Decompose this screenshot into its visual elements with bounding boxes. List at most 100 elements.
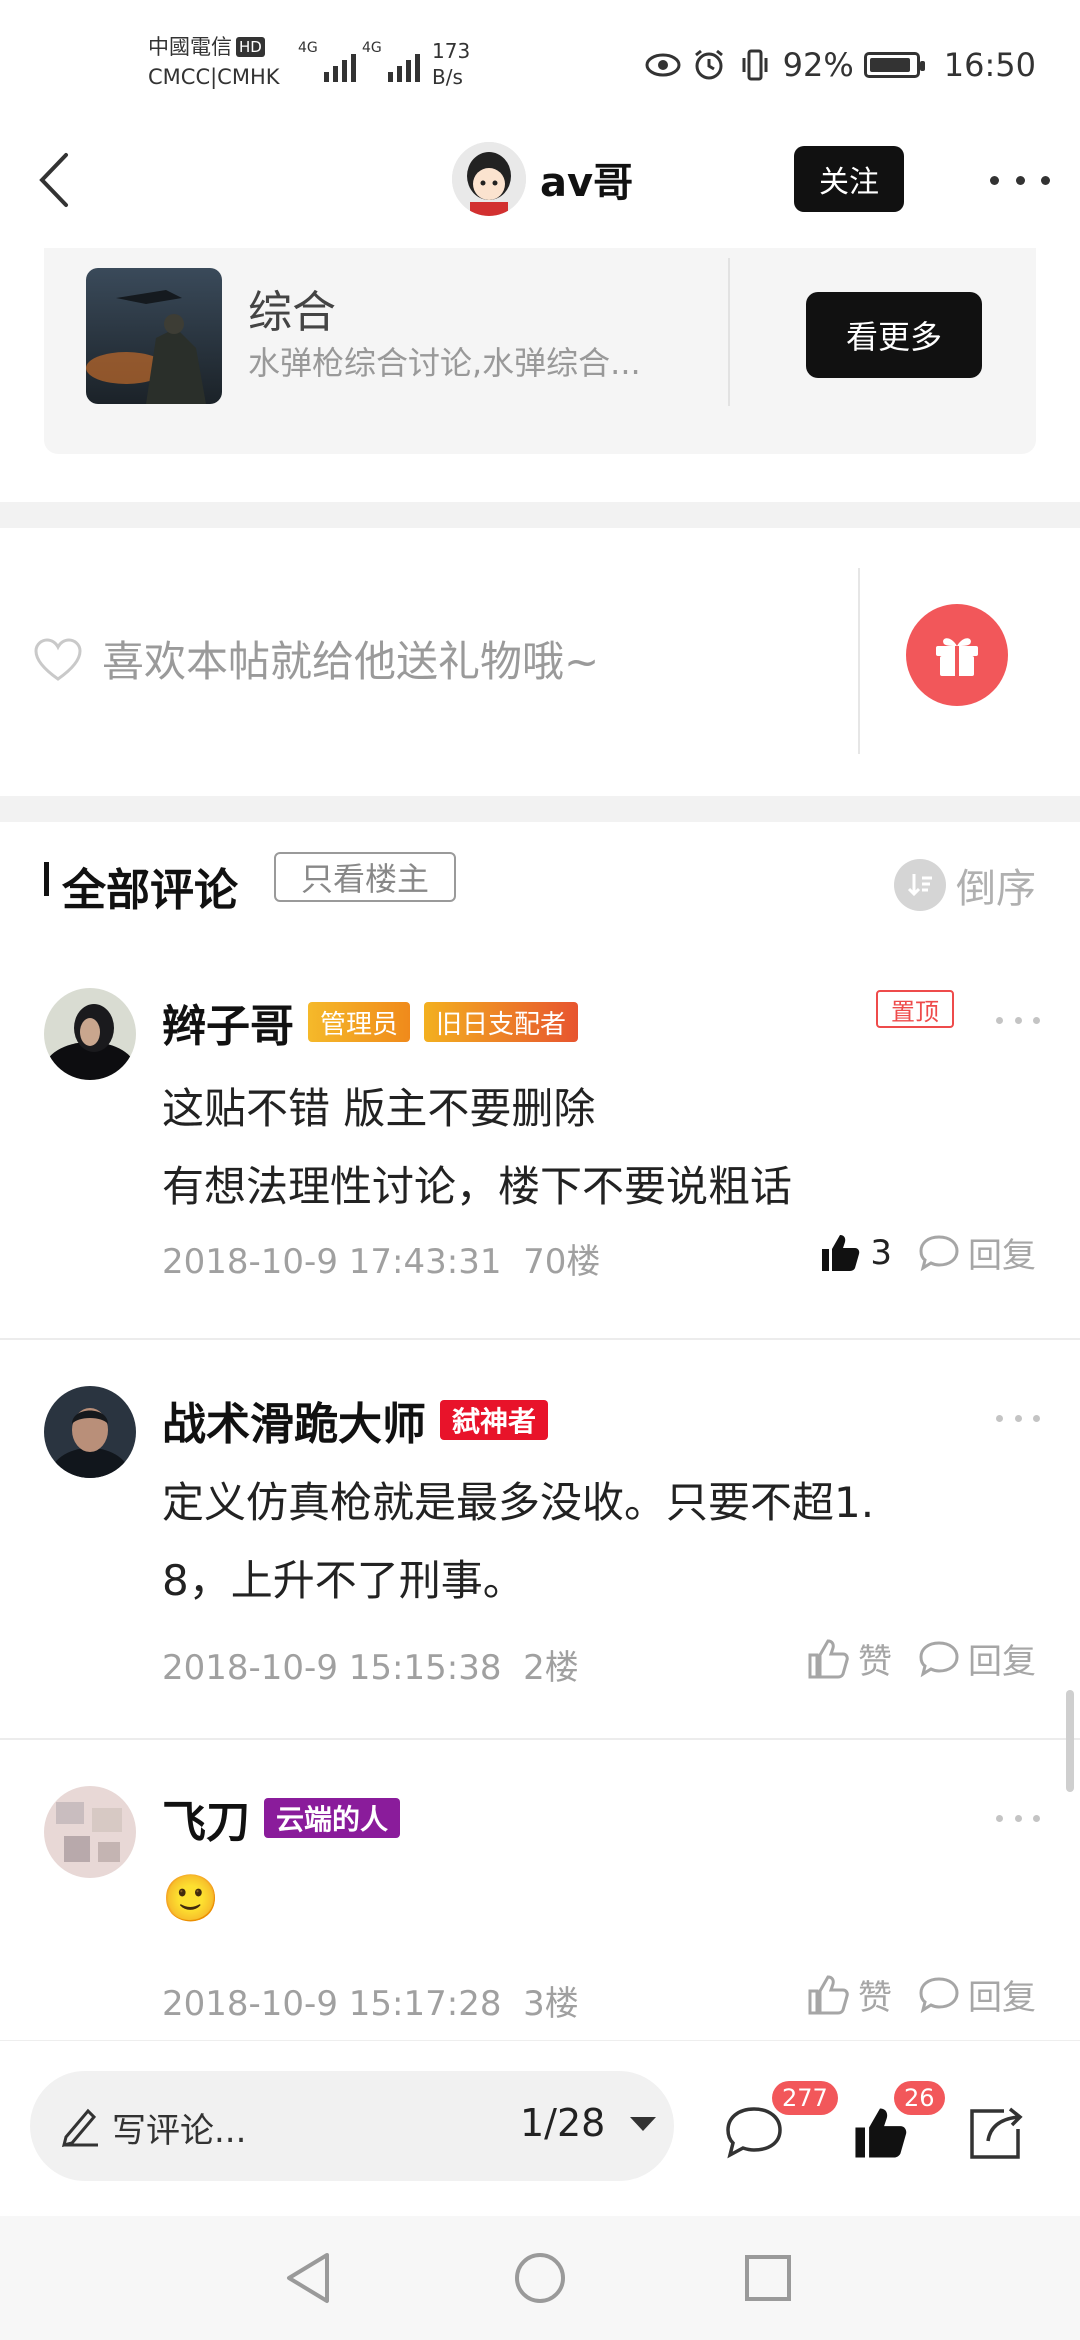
comment-timestamp: 2018-10-9 15:15:38 (162, 1648, 502, 1688)
divider (858, 568, 860, 754)
gift-icon (936, 638, 978, 676)
commenter-name[interactable]: 飞刀 (162, 1786, 250, 1850)
reply-button[interactable]: 回复 (918, 1634, 1036, 1683)
commenter-name[interactable]: 战术滑跪大师 (162, 1388, 426, 1452)
forum-name: 综合 (248, 287, 336, 338)
status-icons: 92% 16:50 (645, 46, 1036, 84)
like-count: 3 (870, 1232, 892, 1273)
divider (728, 258, 730, 406)
clock: 16:50 (943, 46, 1036, 84)
pencil-icon (61, 2108, 98, 2147)
circle-home-icon (515, 2253, 565, 2303)
battery-icon (863, 52, 925, 78)
section-divider (0, 502, 1080, 528)
eye-icon (645, 47, 681, 83)
comment-meta: 2018-10-9 17:43:31 70楼 (162, 1234, 600, 1283)
comment-actions: 赞 回复 (806, 1970, 1036, 2019)
comment-timestamp: 2018-10-9 17:43:31 (162, 1242, 502, 1282)
commenter-header: 辫子哥 管理员 旧日支配者 (162, 990, 579, 1054)
write-comment-input[interactable]: 写评论... 1/28 (30, 2071, 674, 2181)
gift-row: 喜欢本帖就给他送礼物哦~ (0, 528, 1080, 796)
comment-count-badge: 277 (772, 2081, 838, 2115)
triangle-back-icon (287, 2253, 329, 2303)
alarm-icon (691, 47, 727, 83)
commenter-avatar[interactable] (44, 1386, 136, 1478)
see-more-button[interactable]: 看更多 (806, 292, 982, 378)
only-owner-toggle[interactable]: 只看楼主 (274, 852, 456, 902)
reply-button[interactable]: 回复 (918, 1970, 1036, 2019)
commenter-name[interactable]: 辫子哥 (162, 990, 294, 1054)
heart-icon[interactable] (34, 638, 82, 682)
nav-back-button[interactable] (276, 2246, 340, 2310)
follow-button[interactable]: 关注 (794, 146, 904, 212)
section-divider (0, 796, 1080, 822)
comment-meta: 2018-10-9 15:17:28 3楼 (162, 1976, 579, 2025)
hd-badge: HD (236, 37, 265, 57)
network-speed: 173 B/s (432, 39, 471, 89)
floor-number: 2楼 (523, 1648, 579, 1688)
comment-item: 辫子哥 管理员 旧日支配者 置顶 这贴不错 版主不要删除 有想法理性讨论，楼下不… (0, 932, 1080, 1340)
write-comment-placeholder: 写评论... (112, 2111, 247, 2151)
reply-label: 回复 (968, 1978, 1036, 2018)
comment-more-button[interactable] (996, 1808, 1040, 1828)
thumbs-up-icon (808, 1974, 849, 2014)
reply-button[interactable]: 回复 (918, 1228, 1036, 1277)
signal-1-icon: 4G (298, 40, 356, 82)
thumbs-up-icon (808, 1638, 849, 1678)
floor-number: 70楼 (523, 1242, 601, 1282)
level-badge: 弑神者 (440, 1400, 549, 1440)
commenter-avatar[interactable] (44, 988, 136, 1080)
chevron-left-icon (39, 153, 68, 207)
comment-more-button[interactable] (996, 1408, 1040, 1428)
like-count-badge: 26 (894, 2081, 945, 2115)
back-button[interactable] (24, 148, 84, 212)
author-avatar[interactable] (452, 142, 526, 216)
bottom-action-bar: 写评论... 1/28 277 26 (0, 2040, 1080, 2216)
like-label: 赞 (858, 1978, 892, 2018)
comment-text: 定义仿真枪就是最多没收。只要不超1. 8，上升不了刑事。 (162, 1478, 875, 1605)
sort-toggle[interactable]: 倒序 (894, 856, 1036, 914)
pinned-tag: 置顶 (876, 990, 954, 1028)
section-marker (44, 862, 49, 896)
author-name[interactable]: av哥 (540, 150, 633, 208)
comment-bubble-icon (726, 2107, 782, 2159)
commenter-avatar[interactable] (44, 1786, 136, 1878)
share-icon (970, 2107, 1023, 2159)
more-options-button[interactable] (990, 160, 1050, 200)
like-post-button[interactable]: 26 (850, 2081, 945, 2173)
gift-prompt: 喜欢本帖就给他送礼物哦~ (102, 637, 600, 686)
square-recents-icon (745, 2255, 791, 2301)
share-button[interactable] (966, 2103, 1036, 2173)
battery-percent: 92% (782, 46, 854, 84)
nav-home-button[interactable] (508, 2246, 572, 2310)
comment-meta: 2018-10-9 15:15:38 2楼 (162, 1640, 579, 1689)
comment-bubble-icon (919, 1234, 959, 1271)
comment-bubble-icon (919, 1976, 959, 2013)
sort-label: 倒序 (956, 866, 1036, 912)
floor-number: 3楼 (523, 1984, 579, 2024)
like-button[interactable]: 3 (818, 1231, 892, 1275)
nav-recents-button[interactable] (736, 2246, 800, 2310)
level-badge: 旧日支配者 (424, 1002, 579, 1042)
commenter-header: 飞刀 云端的人 (162, 1786, 401, 1850)
reply-label: 回复 (968, 1236, 1036, 1276)
caret-down-icon[interactable] (630, 2117, 656, 2131)
comments-button[interactable]: 277 (722, 2081, 838, 2173)
like-button[interactable]: 赞 (806, 1970, 892, 2019)
comment-more-button[interactable] (996, 1010, 1040, 1030)
vibrate-icon (737, 47, 773, 83)
page-indicator[interactable]: 1/28 (520, 2101, 605, 2145)
smile-emoji-icon: 🙂 (162, 1871, 220, 1925)
author-info[interactable]: av哥 (452, 142, 633, 216)
comment-item: 战术滑跪大师 弑神者 定义仿真枪就是最多没收。只要不超1. 8，上升不了刑事。 … (0, 1340, 1080, 1740)
level-badge: 云端的人 (264, 1798, 401, 1838)
carrier-name: 中國電信 (148, 35, 232, 59)
send-gift-button[interactable] (906, 604, 1008, 706)
like-button[interactable]: 赞 (806, 1634, 892, 1683)
comments-title: 全部评论 (62, 865, 238, 916)
scrollbar[interactable] (1066, 1690, 1074, 1792)
forum-description: 水弹枪综合讨论,水弹综合... (248, 344, 641, 382)
sort-icon (894, 859, 946, 911)
forum-card[interactable]: 综合 水弹枪综合讨论,水弹综合... 看更多 (44, 248, 1036, 454)
comment-text: 这贴不错 版主不要删除 有想法理性讨论，楼下不要说粗话 (162, 1084, 793, 1211)
